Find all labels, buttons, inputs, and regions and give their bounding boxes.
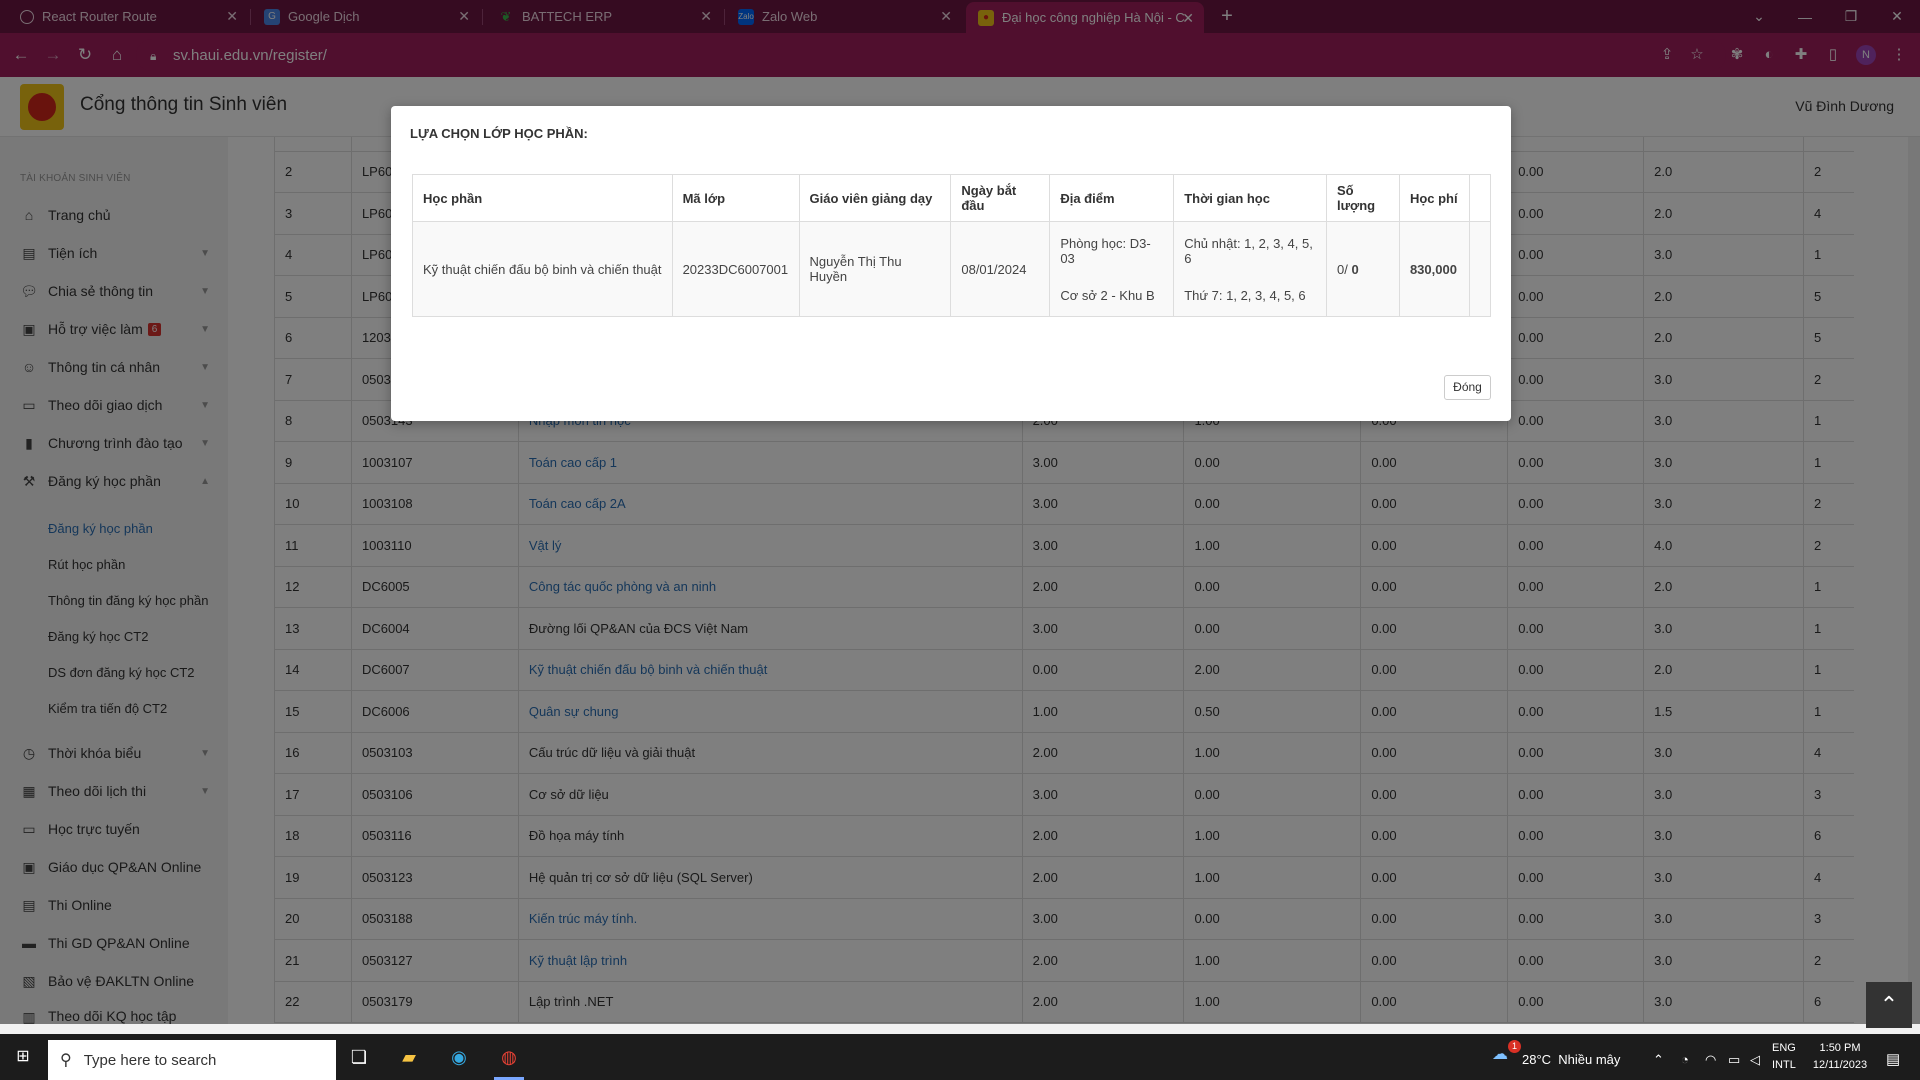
col-course: Học phần <box>412 174 673 222</box>
col-start-date: Ngày bắt đầu <box>950 174 1051 222</box>
search-placeholder: Type here to search <box>83 1051 217 1069</box>
quantity-value: 0 <box>1351 261 1359 277</box>
col-class-code: Mã lớp <box>671 174 800 222</box>
task-view-icon[interactable]: ❏ <box>346 1044 372 1070</box>
cell-class-code: 20233DC6007001 <box>671 221 800 317</box>
horizontal-scrollbar[interactable] <box>0 1024 1920 1034</box>
volume-icon[interactable]: ◁ <box>1750 1052 1760 1068</box>
schedule-sunday: Chủ nhật: 1, 2, 3, 4, 5, 6 <box>1184 235 1313 266</box>
cell-teacher: Nguyễn Thị Thu Huyền <box>798 221 952 317</box>
cell-quantity: 0/ 0 <box>1325 221 1400 317</box>
weather-icon[interactable]: ☁ <box>1492 1044 1508 1064</box>
class-selection-modal: LỰA CHỌN LỚP HỌC PHẦN: Học phần Mã lớp G… <box>391 106 1511 421</box>
clock-date[interactable]: 12/11/2023 <box>1806 1059 1874 1071</box>
taskbar-search[interactable]: ⚲ Type here to search <box>48 1040 336 1080</box>
quantity-prefix: 0/ <box>1336 261 1352 277</box>
scroll-top-button[interactable]: ⌃ <box>1866 982 1912 1028</box>
wifi-icon[interactable]: ◠ <box>1705 1052 1716 1068</box>
notifications-icon[interactable]: ▤ <box>1886 1050 1900 1068</box>
cell-course: Kỹ thuật chiến đấu bộ binh và chiến thuậ… <box>412 221 673 317</box>
weather-badge: 1 <box>1508 1040 1521 1053</box>
edge-icon[interactable]: ◉ <box>446 1044 472 1070</box>
clock-time[interactable]: 1:50 PM <box>1810 1042 1870 1054</box>
search-icon: ⚲ <box>60 1052 72 1069</box>
cell-fee: 830,000 <box>1398 221 1470 317</box>
class-row[interactable]: Kỹ thuật chiến đấu bộ binh và chiến thuậ… <box>412 221 1492 317</box>
class-table: Học phần Mã lớp Giáo viên giảng dạy Ngày… <box>412 174 1492 317</box>
network-icon[interactable]: ◔ <box>1681 1052 1689 1067</box>
col-teacher: Giáo viên giảng dạy <box>798 174 952 222</box>
col-fee: Học phí <box>1398 174 1470 222</box>
campus: Cơ sở 2 - Khu B <box>1060 287 1155 303</box>
schedule-saturday: Thứ 7: 1, 2, 3, 4, 5, 6 <box>1184 287 1306 303</box>
battery-icon[interactable]: ▭ <box>1728 1052 1740 1068</box>
windows-start-icon[interactable]: ⊞ <box>10 1044 36 1070</box>
cell-location: Phòng học: D3-03 Cơ sở 2 - Khu B <box>1049 221 1175 317</box>
modal-title: LỰA CHỌN LỚP HỌC PHẦN: <box>410 126 588 141</box>
file-explorer-icon[interactable]: ▰ <box>396 1044 422 1070</box>
col-schedule: Thời gian học <box>1173 174 1327 222</box>
close-button[interactable]: Đóng <box>1444 375 1491 400</box>
chrome-icon[interactable]: ◍ <box>496 1044 522 1070</box>
lang-2[interactable]: INTL <box>1772 1059 1796 1071</box>
cell-start-date: 08/01/2024 <box>950 221 1051 317</box>
col-action <box>1468 174 1492 222</box>
chevron-up-icon: ⌃ <box>1879 992 1899 1017</box>
cell-select[interactable] <box>1468 221 1492 317</box>
chevron-up-icon[interactable]: ⌃ <box>1653 1052 1664 1068</box>
room: Phòng học: D3-03 <box>1060 235 1151 266</box>
lang-1[interactable]: ENG <box>1772 1042 1796 1054</box>
col-quantity: Số lượng <box>1325 174 1400 222</box>
weather-text[interactable]: 28°C Nhiều mây <box>1522 1052 1620 1067</box>
col-location: Địa điểm <box>1049 174 1175 222</box>
cell-schedule: Chủ nhật: 1, 2, 3, 4, 5, 6 Thứ 7: 1, 2, 3… <box>1173 221 1327 317</box>
